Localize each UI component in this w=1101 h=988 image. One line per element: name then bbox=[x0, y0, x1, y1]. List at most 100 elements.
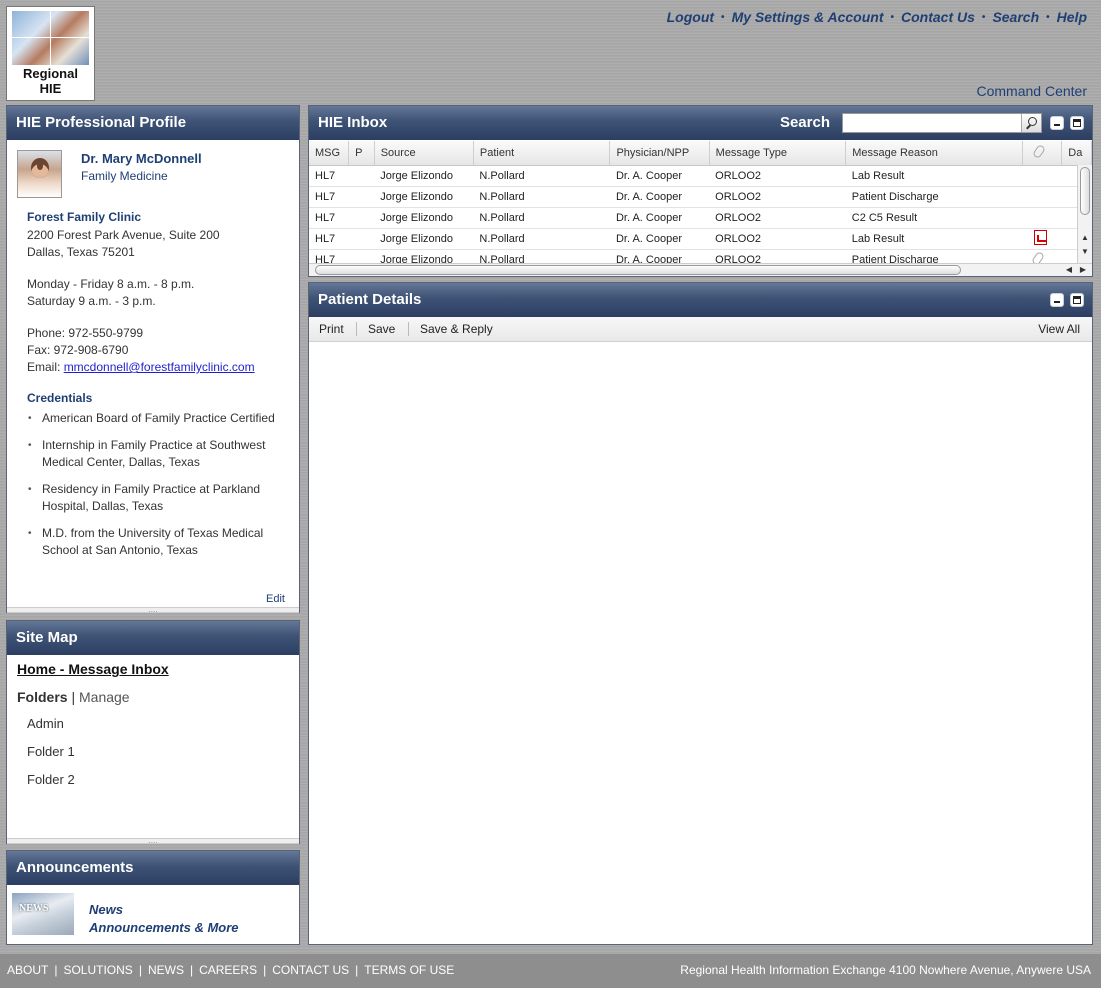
table-row[interactable]: HL7 Jorge Elizondo N.Pollard Dr. A. Coop… bbox=[309, 228, 1092, 250]
print-button[interactable]: Print bbox=[319, 322, 344, 336]
toolbar-divider bbox=[408, 322, 409, 336]
cell-source: Jorge Elizondo bbox=[374, 228, 474, 250]
cell-physician: Dr. A. Cooper bbox=[609, 186, 710, 208]
news-label: News bbox=[89, 902, 123, 917]
patient-details-panel: Patient Details Print Save Save & Reply … bbox=[308, 282, 1093, 945]
save-reply-button[interactable]: Save & Reply bbox=[420, 322, 493, 336]
footer-divider: | bbox=[138, 963, 142, 977]
col-patient[interactable]: Patient bbox=[473, 141, 611, 166]
maximize-icon[interactable] bbox=[1070, 116, 1084, 130]
col-priority[interactable]: P bbox=[348, 141, 375, 166]
resize-handle[interactable]: .... bbox=[7, 837, 299, 845]
command-center-label[interactable]: Command Center bbox=[977, 83, 1088, 99]
cell-priority bbox=[348, 249, 375, 263]
logo-line-1: Regional bbox=[23, 66, 78, 81]
cell-message-reason: Patient Discharge bbox=[845, 249, 1023, 263]
cell-priority bbox=[348, 165, 375, 187]
credentials-heading: Credentials bbox=[27, 391, 93, 405]
cell-message-reason: C2 C5 Result bbox=[845, 207, 1023, 229]
doctor-avatar bbox=[17, 150, 62, 198]
credentials-list: American Board of Family Practice Certif… bbox=[27, 410, 287, 569]
table-row[interactable]: HL7 Jorge Elizondo N.Pollard Dr. A. Coop… bbox=[309, 249, 1092, 263]
phone-number: Phone: 972-550-9799 bbox=[27, 326, 144, 340]
col-message-type[interactable]: Message Type bbox=[709, 141, 847, 166]
patient-details-title: Patient Details bbox=[318, 291, 422, 308]
contact-us-link[interactable]: Contact Us bbox=[901, 9, 975, 25]
footer: ABOUT | SOLUTIONS | NEWS | CAREERS | CONTACT US |… bbox=[0, 954, 1101, 988]
cell-message-type: ORLOO2 bbox=[709, 228, 846, 250]
table-row[interactable]: HL7 Jorge Elizondo N.Pollard Dr. A. Coop… bbox=[309, 186, 1092, 208]
footer-address: Regional Health Information Exchange 410… bbox=[680, 963, 1091, 977]
col-msg[interactable]: MSG bbox=[309, 141, 350, 166]
table-row[interactable]: HL7 Jorge Elizondo N.Pollard Dr. A. Coop… bbox=[309, 207, 1092, 229]
sitemap-panel: Site Map Home - Message Inbox Folders | … bbox=[6, 620, 300, 845]
clinic-address-line-1: 2200 Forest Park Avenue, Suite 200 bbox=[27, 228, 220, 242]
logout-link[interactable]: Logout bbox=[667, 9, 714, 25]
table-row[interactable]: HL7 Jorge Elizondo N.Pollard Dr. A. Coop… bbox=[309, 165, 1092, 187]
credential-item: M.D. from the University of Texas Medica… bbox=[27, 525, 287, 559]
doctor-specialty: Family Medicine bbox=[81, 169, 168, 183]
vertical-scroll-thumb[interactable] bbox=[1080, 167, 1090, 215]
settings-account-link[interactable]: My Settings & Account bbox=[732, 9, 884, 25]
cell-attachment[interactable] bbox=[1022, 228, 1062, 250]
inbox-header-row: MSG P Source Patient Physician/NPP Messa… bbox=[309, 141, 1092, 166]
inbox-search-input[interactable] bbox=[842, 113, 1042, 133]
col-physician[interactable]: Physician/NPP bbox=[609, 141, 710, 166]
cell-attachment bbox=[1022, 207, 1062, 229]
footer-terms-link[interactable]: TERMS OF USE bbox=[364, 963, 454, 977]
cell-message-type: ORLOO2 bbox=[709, 249, 846, 263]
folder-2[interactable]: Folder 2 bbox=[27, 772, 75, 787]
details-window-controls bbox=[1050, 293, 1084, 307]
inbox-table-container: MSG P Source Patient Physician/NPP Messa… bbox=[309, 141, 1092, 263]
clinic-name: Forest Family Clinic bbox=[27, 210, 142, 224]
announcements-panel: Announcements NEWS News Announcements & … bbox=[6, 850, 300, 945]
cell-msg: HL7 bbox=[309, 249, 349, 263]
pdf-icon[interactable] bbox=[1034, 229, 1048, 245]
view-all-button[interactable]: View All bbox=[1038, 322, 1080, 336]
footer-news-link[interactable]: NEWS bbox=[148, 963, 184, 977]
scroll-up-icon[interactable]: ▲ bbox=[1081, 233, 1089, 242]
scroll-down-icon[interactable]: ▼ bbox=[1081, 247, 1089, 256]
resize-handle[interactable]: .... bbox=[7, 606, 299, 614]
scroll-right-icon[interactable]: ▶ bbox=[1080, 265, 1086, 274]
doctor-name: Dr. Mary McDonnell bbox=[81, 151, 202, 166]
announcements-link[interactable]: News Announcements & More bbox=[89, 901, 239, 937]
minimize-icon[interactable] bbox=[1050, 293, 1064, 307]
home-message-inbox-link[interactable]: Home - Message Inbox bbox=[17, 661, 169, 677]
paperclip-icon[interactable] bbox=[1031, 250, 1046, 263]
edit-profile-link[interactable]: Edit bbox=[266, 593, 285, 605]
help-link[interactable]: Help bbox=[1057, 9, 1087, 25]
logo-line-2: HIE bbox=[39, 81, 62, 96]
search-link[interactable]: Search bbox=[992, 9, 1039, 25]
scroll-left-icon[interactable]: ◀ bbox=[1066, 265, 1072, 274]
col-message-reason[interactable]: Message Reason bbox=[845, 141, 1023, 166]
inbox-vertical-scrollbar[interactable]: ▲ ▼ bbox=[1077, 165, 1092, 263]
col-attachment[interactable] bbox=[1022, 141, 1063, 166]
folder-1[interactable]: Folder 1 bbox=[27, 744, 75, 759]
cell-attachment[interactable] bbox=[1022, 249, 1062, 263]
footer-careers-link[interactable]: CAREERS bbox=[199, 963, 257, 977]
footer-about-link[interactable]: ABOUT bbox=[7, 963, 48, 977]
col-date[interactable]: Da bbox=[1061, 141, 1092, 166]
hie-logo[interactable]: Regional HIE bbox=[6, 6, 95, 101]
folder-admin[interactable]: Admin bbox=[27, 716, 64, 731]
email-link[interactable]: mmcdonnell@forestfamilyclinic.com bbox=[64, 360, 255, 374]
footer-contact-link[interactable]: CONTACT US bbox=[272, 963, 349, 977]
col-source[interactable]: Source bbox=[374, 141, 474, 166]
inbox-horizontal-scrollbar[interactable]: ◀ ▶ bbox=[309, 263, 1092, 276]
cell-physician: Dr. A. Cooper bbox=[609, 228, 710, 250]
footer-links: ABOUT | SOLUTIONS | NEWS | CAREERS | CONTACT US |… bbox=[7, 963, 454, 977]
save-button[interactable]: Save bbox=[368, 322, 395, 336]
cell-msg: HL7 bbox=[309, 186, 349, 208]
credential-item: Internship in Family Practice at Southwe… bbox=[27, 437, 287, 471]
footer-solutions-link[interactable]: SOLUTIONS bbox=[63, 963, 132, 977]
search-icon[interactable] bbox=[1021, 114, 1041, 132]
minimize-icon[interactable] bbox=[1050, 116, 1064, 130]
inbox-window-controls bbox=[1050, 116, 1084, 130]
nav-separator: • bbox=[981, 12, 986, 23]
logo-collage-image bbox=[12, 11, 89, 65]
manage-folders-link[interactable]: Manage bbox=[79, 689, 130, 705]
horizontal-scroll-thumb[interactable] bbox=[315, 265, 961, 275]
news-image[interactable]: NEWS bbox=[12, 893, 74, 935]
maximize-icon[interactable] bbox=[1070, 293, 1084, 307]
